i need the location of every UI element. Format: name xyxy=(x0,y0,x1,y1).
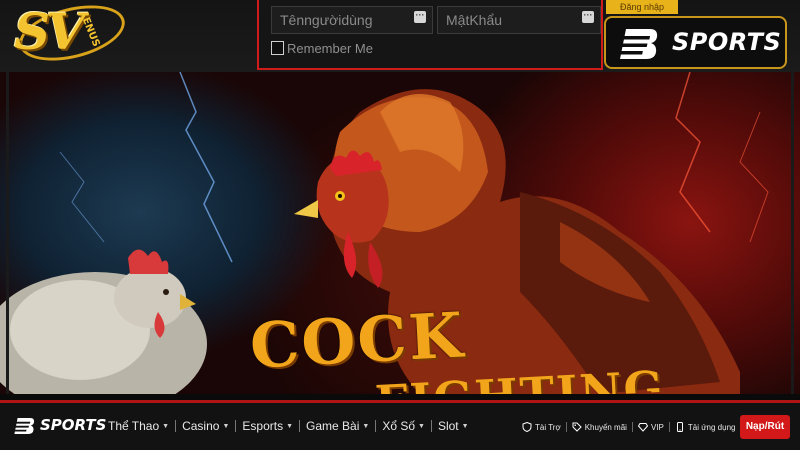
caret-down-icon: ▼ xyxy=(222,422,230,430)
menu-item-xo-so[interactable]: Xổ Số ▼ xyxy=(382,419,425,433)
link-label: Tải ứng dụng xyxy=(687,422,736,432)
menu-divider xyxy=(430,420,432,432)
deposit-withdraw-button[interactable]: Nạp/Rút xyxy=(740,415,790,439)
top-header: SV ENUS Tênngườidùng ··· MậtKhẩu ··· Rem… xyxy=(0,0,800,72)
menu-divider xyxy=(235,420,237,432)
login-form: Tênngườidùng ··· MậtKhẩu ··· Remember Me xyxy=(257,0,603,70)
bsports-logo-badge[interactable]: SPORTS xyxy=(604,16,787,69)
ellipsis-icon[interactable]: ··· xyxy=(414,11,426,23)
link-divider xyxy=(668,422,670,432)
remember-me[interactable]: Remember Me xyxy=(271,38,373,58)
bottom-navbar: SPORTS Thể Thao ▼ Casino ▼ Esports ▼ Gam… xyxy=(0,400,800,450)
link-label: Tài Trợ xyxy=(535,422,561,432)
logo-monogram: SV xyxy=(14,2,85,61)
menu-label: Xổ Số xyxy=(382,419,416,433)
caret-down-icon: ▼ xyxy=(418,422,425,430)
sv-venus-logo[interactable]: SV ENUS xyxy=(6,0,131,72)
utility-links: Tài Trợ Khuyến mãi VIP Tải ứng dụng xyxy=(522,422,735,432)
tag-icon xyxy=(572,422,582,432)
banner-title: COCK xyxy=(248,298,467,383)
link-divider xyxy=(631,422,633,432)
password-input[interactable]: MậtKhẩu ··· xyxy=(437,6,601,34)
menu-item-the-thao[interactable]: Thể Thao ▼ xyxy=(108,419,169,433)
caret-down-icon: ▼ xyxy=(162,422,170,430)
main-menu: Thể Thao ▼ Casino ▼ Esports ▼ Game Bài ▼… xyxy=(108,419,469,433)
menu-divider xyxy=(375,420,377,432)
phone-icon xyxy=(676,422,683,432)
link-label: Khuyến mãi xyxy=(584,422,627,432)
caret-down-icon: ▼ xyxy=(461,422,469,430)
ellipsis-icon[interactable]: ··· xyxy=(582,11,594,23)
menu-item-casino[interactable]: Casino ▼ xyxy=(182,419,229,433)
menu-item-game-bai[interactable]: Game Bài ▼ xyxy=(306,419,369,433)
menu-label: Thể Thao xyxy=(108,419,160,433)
menu-label: Esports xyxy=(242,419,284,433)
menu-label: Casino xyxy=(182,419,220,433)
username-placeholder: Tênngườidùng xyxy=(280,12,373,28)
bsports-wordmark: SPORTS xyxy=(672,28,782,56)
caret-down-icon: ▼ xyxy=(362,422,370,430)
link-sponsor[interactable]: Tài Trợ xyxy=(522,422,561,432)
link-label: VIP xyxy=(650,422,664,432)
menu-item-esports[interactable]: Esports ▼ xyxy=(242,419,293,433)
remember-checkbox[interactable] xyxy=(271,41,284,55)
password-placeholder: MậtKhẩu xyxy=(446,12,503,28)
caret-down-icon: ▼ xyxy=(286,422,294,430)
menu-label: Slot xyxy=(437,419,459,433)
link-download-app[interactable]: Tải ứng dụng xyxy=(675,422,736,432)
shield-icon xyxy=(522,422,532,432)
link-vip[interactable]: VIP xyxy=(637,422,664,432)
nav-logo-word: SPORTS xyxy=(40,416,107,434)
menu-label: Game Bài xyxy=(306,419,360,433)
link-promotions[interactable]: Khuyến mãi xyxy=(572,422,627,432)
username-input[interactable]: Tênngườidùng ··· xyxy=(271,6,433,34)
bsports-b-icon xyxy=(620,29,658,59)
diamond-icon xyxy=(637,423,648,432)
bsports-b-icon xyxy=(14,418,35,434)
login-button[interactable]: Đăng nhập xyxy=(606,0,678,14)
cockfighting-banner[interactable]: COCK FIGHTING xyxy=(0,72,800,394)
menu-item-slot[interactable]: Slot ▼ xyxy=(438,419,469,433)
remember-label: Remember Me xyxy=(287,40,373,56)
link-divider xyxy=(565,422,567,432)
menu-divider xyxy=(299,420,301,432)
menu-divider xyxy=(175,420,177,432)
nav-bsports-logo[interactable]: SPORTS xyxy=(14,416,107,436)
